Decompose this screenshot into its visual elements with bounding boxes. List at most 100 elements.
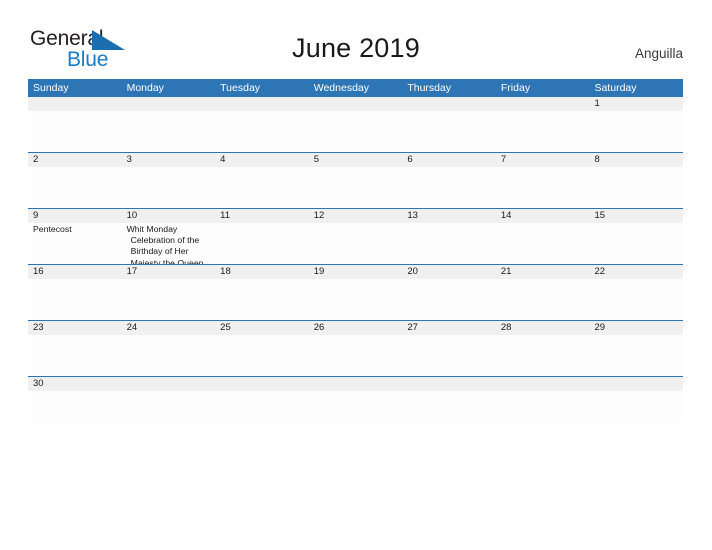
day-events-10[interactable]: Whit Monday Celebration of the Birthday o… [122, 223, 216, 264]
day-number-18[interactable]: 18 [215, 265, 309, 279]
day-events-22 [589, 279, 683, 320]
page-title: June 2019 [292, 33, 420, 63]
calendar-grid: Sunday Monday Tuesday Wednesday Thursday Frid… [28, 79, 683, 422]
locale-label: Anguilla [634, 46, 683, 61]
day-events-blank [496, 111, 590, 152]
day-number-13[interactable]: 13 [402, 209, 496, 223]
day-events-26 [309, 335, 403, 376]
day-events-29 [589, 335, 683, 376]
weekday-header-thursday: Thursday [407, 82, 452, 94]
day-events-13 [402, 223, 496, 264]
day-events-15 [589, 223, 683, 264]
day-number-26[interactable]: 26 [309, 321, 403, 335]
day-events-7 [496, 167, 590, 208]
event-band [28, 391, 683, 422]
day-events-27 [402, 335, 496, 376]
day-events-11 [215, 223, 309, 264]
event-band [28, 335, 683, 376]
weekday-header-friday: Friday [500, 82, 531, 94]
day-number-16[interactable]: 16 [28, 265, 122, 279]
day-number-28[interactable]: 28 [496, 321, 590, 335]
day-events-blank [309, 111, 403, 152]
weekday-header-wednesday: Wednesday [313, 82, 369, 94]
day-number-9[interactable]: 9 [28, 209, 122, 223]
day-events-24 [122, 335, 216, 376]
page-header: General Blue June 2019 Anguilla [0, 0, 712, 76]
day-events-28 [496, 335, 590, 376]
event-band [28, 279, 683, 320]
day-number-5[interactable]: 5 [309, 153, 403, 167]
event-label: Whit Monday [126, 224, 178, 234]
day-number-blank [309, 377, 403, 391]
day-events-9[interactable]: Pentecost [28, 223, 122, 264]
day-number-23[interactable]: 23 [28, 321, 122, 335]
day-number-12[interactable]: 12 [309, 209, 403, 223]
day-number-blank [215, 97, 309, 111]
day-number-1[interactable]: 1 [589, 97, 683, 111]
day-number-20[interactable]: 20 [402, 265, 496, 279]
calendar-week-row: 2345678 [28, 153, 683, 209]
day-number-21[interactable]: 21 [496, 265, 590, 279]
day-number-blank [589, 377, 683, 391]
date-number-band: 2345678 [28, 153, 683, 167]
calendar-week-row: 9 10 11 12 13 14 15 Pentecost Whit Monday Celebra… [28, 209, 683, 265]
day-number-14[interactable]: 14 [496, 209, 590, 223]
weekday-header-saturday: Saturday [594, 82, 637, 94]
day-events-blank [402, 111, 496, 152]
day-events-4 [215, 167, 309, 208]
day-events-19 [309, 279, 403, 320]
day-number-8[interactable]: 8 [589, 153, 683, 167]
day-events-blank [589, 391, 683, 422]
day-number-29[interactable]: 29 [589, 321, 683, 335]
day-number-11[interactable]: 11 [215, 209, 309, 223]
day-events-18 [215, 279, 309, 320]
calendar-week-row: 16 17 18 19 20 21 22 [28, 265, 683, 321]
day-number-25[interactable]: 25 [215, 321, 309, 335]
day-events-blank [122, 111, 216, 152]
weekday-header-row: Sunday Monday Tuesday Wednesday Thursday Frid… [28, 79, 683, 97]
day-number-3[interactable]: 3 [122, 153, 216, 167]
day-number-2[interactable]: 2 [28, 153, 122, 167]
day-number-17[interactable]: 17 [122, 265, 216, 279]
day-events-1 [589, 111, 683, 152]
day-number-27[interactable]: 27 [402, 321, 496, 335]
day-number-blank [122, 97, 216, 111]
day-events-25 [215, 335, 309, 376]
day-events-blank [215, 391, 309, 422]
day-events-20 [402, 279, 496, 320]
day-number-19[interactable]: 19 [309, 265, 403, 279]
day-number-4[interactable]: 4 [215, 153, 309, 167]
calendar-body: 1 2 3 4 5 6 7 8 9 10 11 12 13 14 15 Pentecost Whit Monda… [28, 97, 683, 422]
calendar-page: General Blue June 2019 Anguilla Sunday Mo… [0, 0, 712, 550]
event-label: Celebration of the Birthday of Her Majes… [130, 235, 204, 264]
day-events-16 [28, 279, 122, 320]
event-band [28, 111, 683, 152]
day-number-30[interactable]: 30 [28, 377, 122, 391]
day-number-24[interactable]: 24 [122, 321, 216, 335]
day-events-17 [122, 279, 216, 320]
day-number-blank [402, 377, 496, 391]
calendar-week-row: 23 24 25 26 27 28 29 [28, 321, 683, 377]
day-events-blank [309, 391, 403, 422]
day-number-22[interactable]: 22 [589, 265, 683, 279]
event-label: Pentecost [33, 224, 72, 234]
day-events-8 [589, 167, 683, 208]
calendar-week-row: 30 [28, 377, 683, 422]
weekday-header-tuesday: Tuesday [220, 82, 261, 94]
day-events-21 [496, 279, 590, 320]
date-number-band: 23 24 25 26 27 28 29 [28, 321, 683, 335]
day-number-6[interactable]: 6 [402, 153, 496, 167]
day-number-blank [496, 97, 590, 111]
day-number-blank [496, 377, 590, 391]
day-events-blank [496, 391, 590, 422]
day-events-blank [28, 111, 122, 152]
day-number-15[interactable]: 15 [589, 209, 683, 223]
day-number-7[interactable]: 7 [496, 153, 590, 167]
day-events-14 [496, 223, 590, 264]
date-number-band: 30 [28, 377, 683, 391]
day-events-3 [122, 167, 216, 208]
event-band [28, 167, 683, 208]
day-number-blank [122, 377, 216, 391]
day-number-10[interactable]: 10 [122, 209, 216, 223]
day-events-23 [28, 335, 122, 376]
